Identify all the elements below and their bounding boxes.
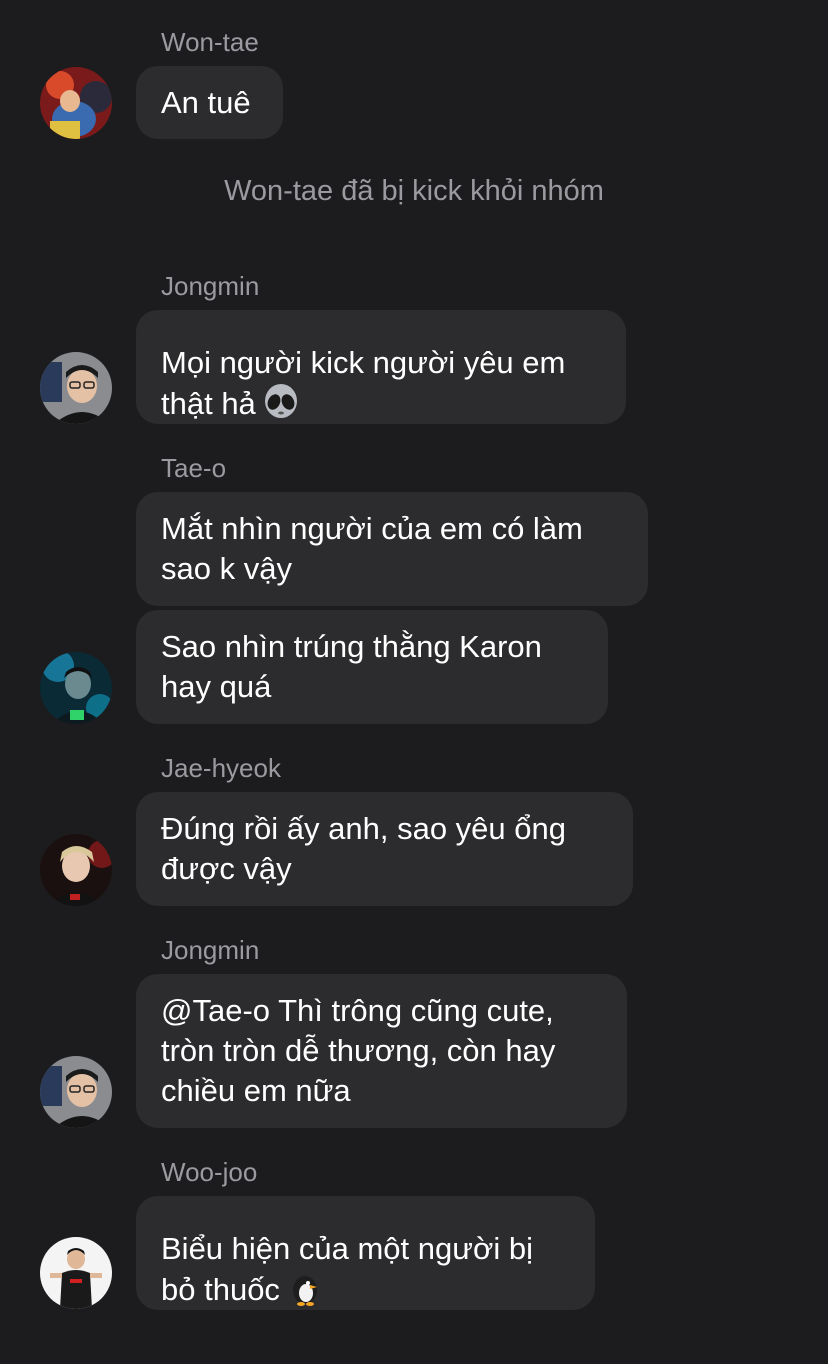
message-bubble[interactable]: Sao nhìn trúng thằng Karon hay quá [136, 610, 608, 724]
alien-emoji [262, 383, 300, 431]
sender-name: Jongmin [161, 935, 260, 965]
system-message: Won-tae đã bị kick khỏi nhóm [224, 175, 604, 207]
message-text: Mắt nhìn người của em có làm sao k vậy [161, 511, 583, 586]
message-text: Biểu hiện của một người bị bỏ thuốc [161, 1189, 533, 1317]
sender-name: Won-tae [161, 27, 259, 57]
avatar[interactable] [40, 652, 112, 724]
sender-name: Jae-hyeok [161, 753, 281, 783]
message-text: An tuê [161, 84, 251, 120]
message-bubble[interactable]: Biểu hiện của một người bị bỏ thuốc [136, 1196, 595, 1310]
message-bubble[interactable]: Mắt nhìn người của em có làm sao k vậy [136, 492, 648, 606]
sender-name: Tae-o [161, 453, 227, 483]
message-bubble[interactable]: An tuê [136, 66, 283, 139]
message-bubble[interactable]: @Tae-o Thì trông cũng cute, tròn tròn dễ… [136, 974, 627, 1128]
message-text: Đúng rồi ấy anh, sao yêu ổng được vậy [161, 811, 566, 886]
message-text: @Tae-o Thì trông cũng cute, tròn tròn dễ… [161, 993, 556, 1108]
avatar[interactable] [40, 1237, 112, 1309]
avatar[interactable] [40, 352, 112, 424]
message-bubble[interactable]: Mọi người kick người yêu em thật hả [136, 310, 626, 424]
message-bubble[interactable]: Đúng rồi ấy anh, sao yêu ổng được vậy [136, 792, 633, 906]
message-text: Sao nhìn trúng thằng Karon hay quá [161, 629, 542, 704]
avatar[interactable] [40, 1056, 112, 1128]
penguin-emoji [286, 1269, 324, 1317]
avatar[interactable] [40, 67, 112, 139]
sender-name: Jongmin [161, 271, 260, 301]
avatar[interactable] [40, 834, 112, 906]
sender-name: Woo-joo [161, 1157, 258, 1187]
message-text: Mọi người kick người yêu em thật hả [161, 303, 565, 431]
